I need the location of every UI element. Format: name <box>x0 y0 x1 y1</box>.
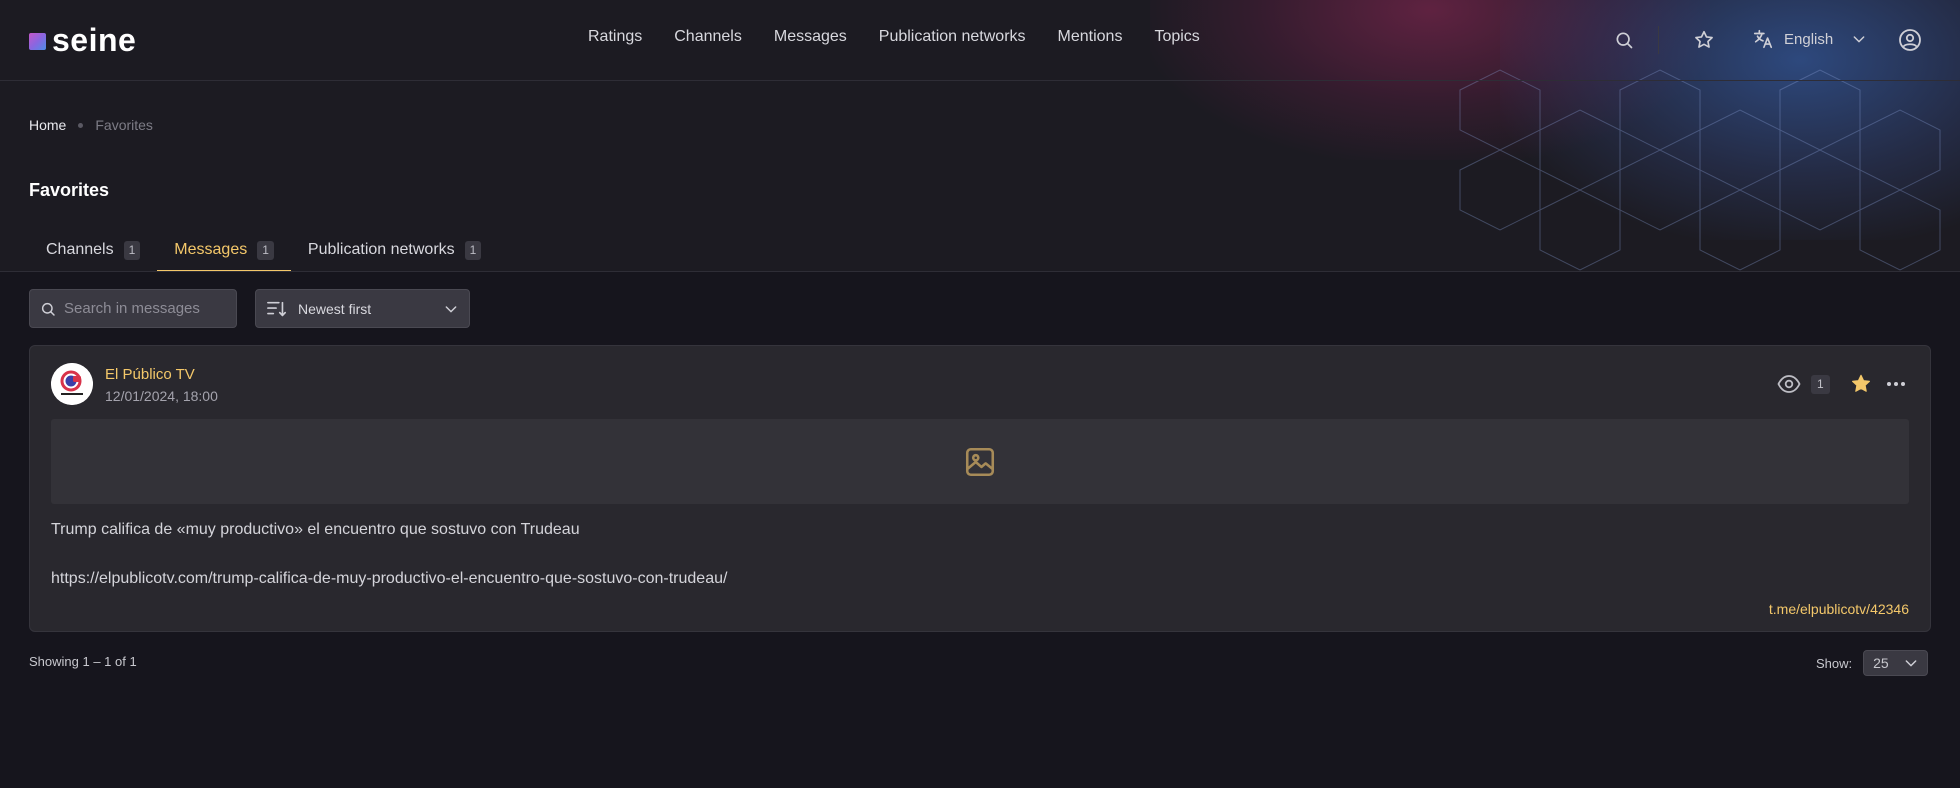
message-url[interactable]: https://elpublicotv.com/trump-califica-d… <box>51 570 727 588</box>
message-card: El Público TV 12/01/2024, 18:00 1 Trump … <box>29 345 1931 632</box>
channel-name-link[interactable]: El Público TV <box>105 366 195 383</box>
tab-publication-networks[interactable]: Publication networks 1 <box>291 228 498 272</box>
logo[interactable]: seine <box>29 24 136 56</box>
views-count: 1 <box>1811 374 1830 394</box>
tab-label: Publication networks <box>307 241 455 258</box>
search-icon <box>1616 32 1633 49</box>
logo-text: seine <box>52 22 137 58</box>
tab-count-badge: 1 <box>464 240 482 260</box>
telegram-link[interactable]: t.me/elpublicotv/42346 <box>1769 601 1909 617</box>
image-icon <box>965 447 995 476</box>
nav-item-publication-networks[interactable]: Publication networks <box>879 28 1026 46</box>
results-summary: Showing 1 – 1 of 1 <box>29 654 137 669</box>
tab-count-badge: 1 <box>257 240 274 260</box>
tabs: Channels 1 Messages 1 Publication networ… <box>29 228 498 272</box>
breadcrumb-current: Favorites <box>95 117 153 133</box>
page-size-select[interactable]: 25 <box>1863 650 1929 676</box>
chevron-down-icon <box>1853 36 1865 43</box>
translate-icon <box>1753 29 1773 49</box>
more-options-button[interactable] <box>1885 374 1907 399</box>
page-size-value: 25 <box>1873 655 1889 671</box>
page-size-control: Show: 25 <box>1816 650 1929 676</box>
star-filled-icon <box>1852 374 1870 392</box>
nav-item-channels[interactable]: Channels <box>674 28 742 46</box>
header-divider <box>1658 26 1659 54</box>
tab-count-badge: 1 <box>123 240 141 260</box>
sort-selected-value: Newest first <box>298 300 372 317</box>
user-icon <box>1899 29 1921 51</box>
nav-item-topics[interactable]: Topics <box>1154 28 1199 46</box>
chevron-down-icon <box>445 305 457 312</box>
sort-select[interactable]: Newest first <box>255 289 470 328</box>
breadcrumb: Home Favorites <box>29 117 153 133</box>
tab-label: Messages <box>174 241 248 258</box>
channel-logo-icon <box>51 363 93 405</box>
message-text: Trump califica de «muy productivo» el en… <box>51 521 580 538</box>
message-media-placeholder[interactable] <box>51 419 1909 504</box>
search-input[interactable] <box>64 300 224 317</box>
main-nav: Ratings Channels Messages Publication ne… <box>588 28 1200 46</box>
favorite-toggle-button[interactable] <box>1850 373 1872 400</box>
profile-button[interactable] <box>1896 26 1924 54</box>
page-size-label: Show: <box>1816 655 1853 671</box>
tab-channels[interactable]: Channels 1 <box>29 228 157 272</box>
more-horizontal-icon <box>1887 382 1905 386</box>
nav-item-messages[interactable]: Messages <box>774 28 847 46</box>
channel-avatar[interactable] <box>51 363 93 405</box>
message-date: 12/01/2024, 18:00 <box>105 388 218 404</box>
search-box <box>29 289 237 328</box>
search-button[interactable] <box>1610 26 1638 54</box>
page-title: Favorites <box>29 180 110 200</box>
favorites-button[interactable] <box>1690 26 1718 54</box>
tab-label: Channels <box>46 241 114 258</box>
tabs-divider <box>0 271 1960 272</box>
nav-item-ratings[interactable]: Ratings <box>588 28 642 46</box>
breadcrumb-separator <box>78 122 84 128</box>
tab-messages[interactable]: Messages 1 <box>157 228 291 272</box>
top-header: seine Ratings Channels Messages Publicat… <box>0 0 1960 81</box>
logo-mark-icon <box>29 33 46 50</box>
hex-pattern-decoration <box>1459 69 1941 271</box>
star-icon <box>1695 30 1713 48</box>
views-counter: 1 <box>1777 374 1830 394</box>
search-icon <box>41 302 55 316</box>
language-selector[interactable]: English <box>1752 28 1867 50</box>
chevron-down-icon <box>1905 660 1917 667</box>
nav-item-mentions[interactable]: Mentions <box>1058 28 1123 46</box>
breadcrumb-home[interactable]: Home <box>29 117 66 133</box>
language-label: English <box>1784 30 1834 48</box>
sort-icon <box>267 301 286 316</box>
eye-icon <box>1777 375 1801 393</box>
